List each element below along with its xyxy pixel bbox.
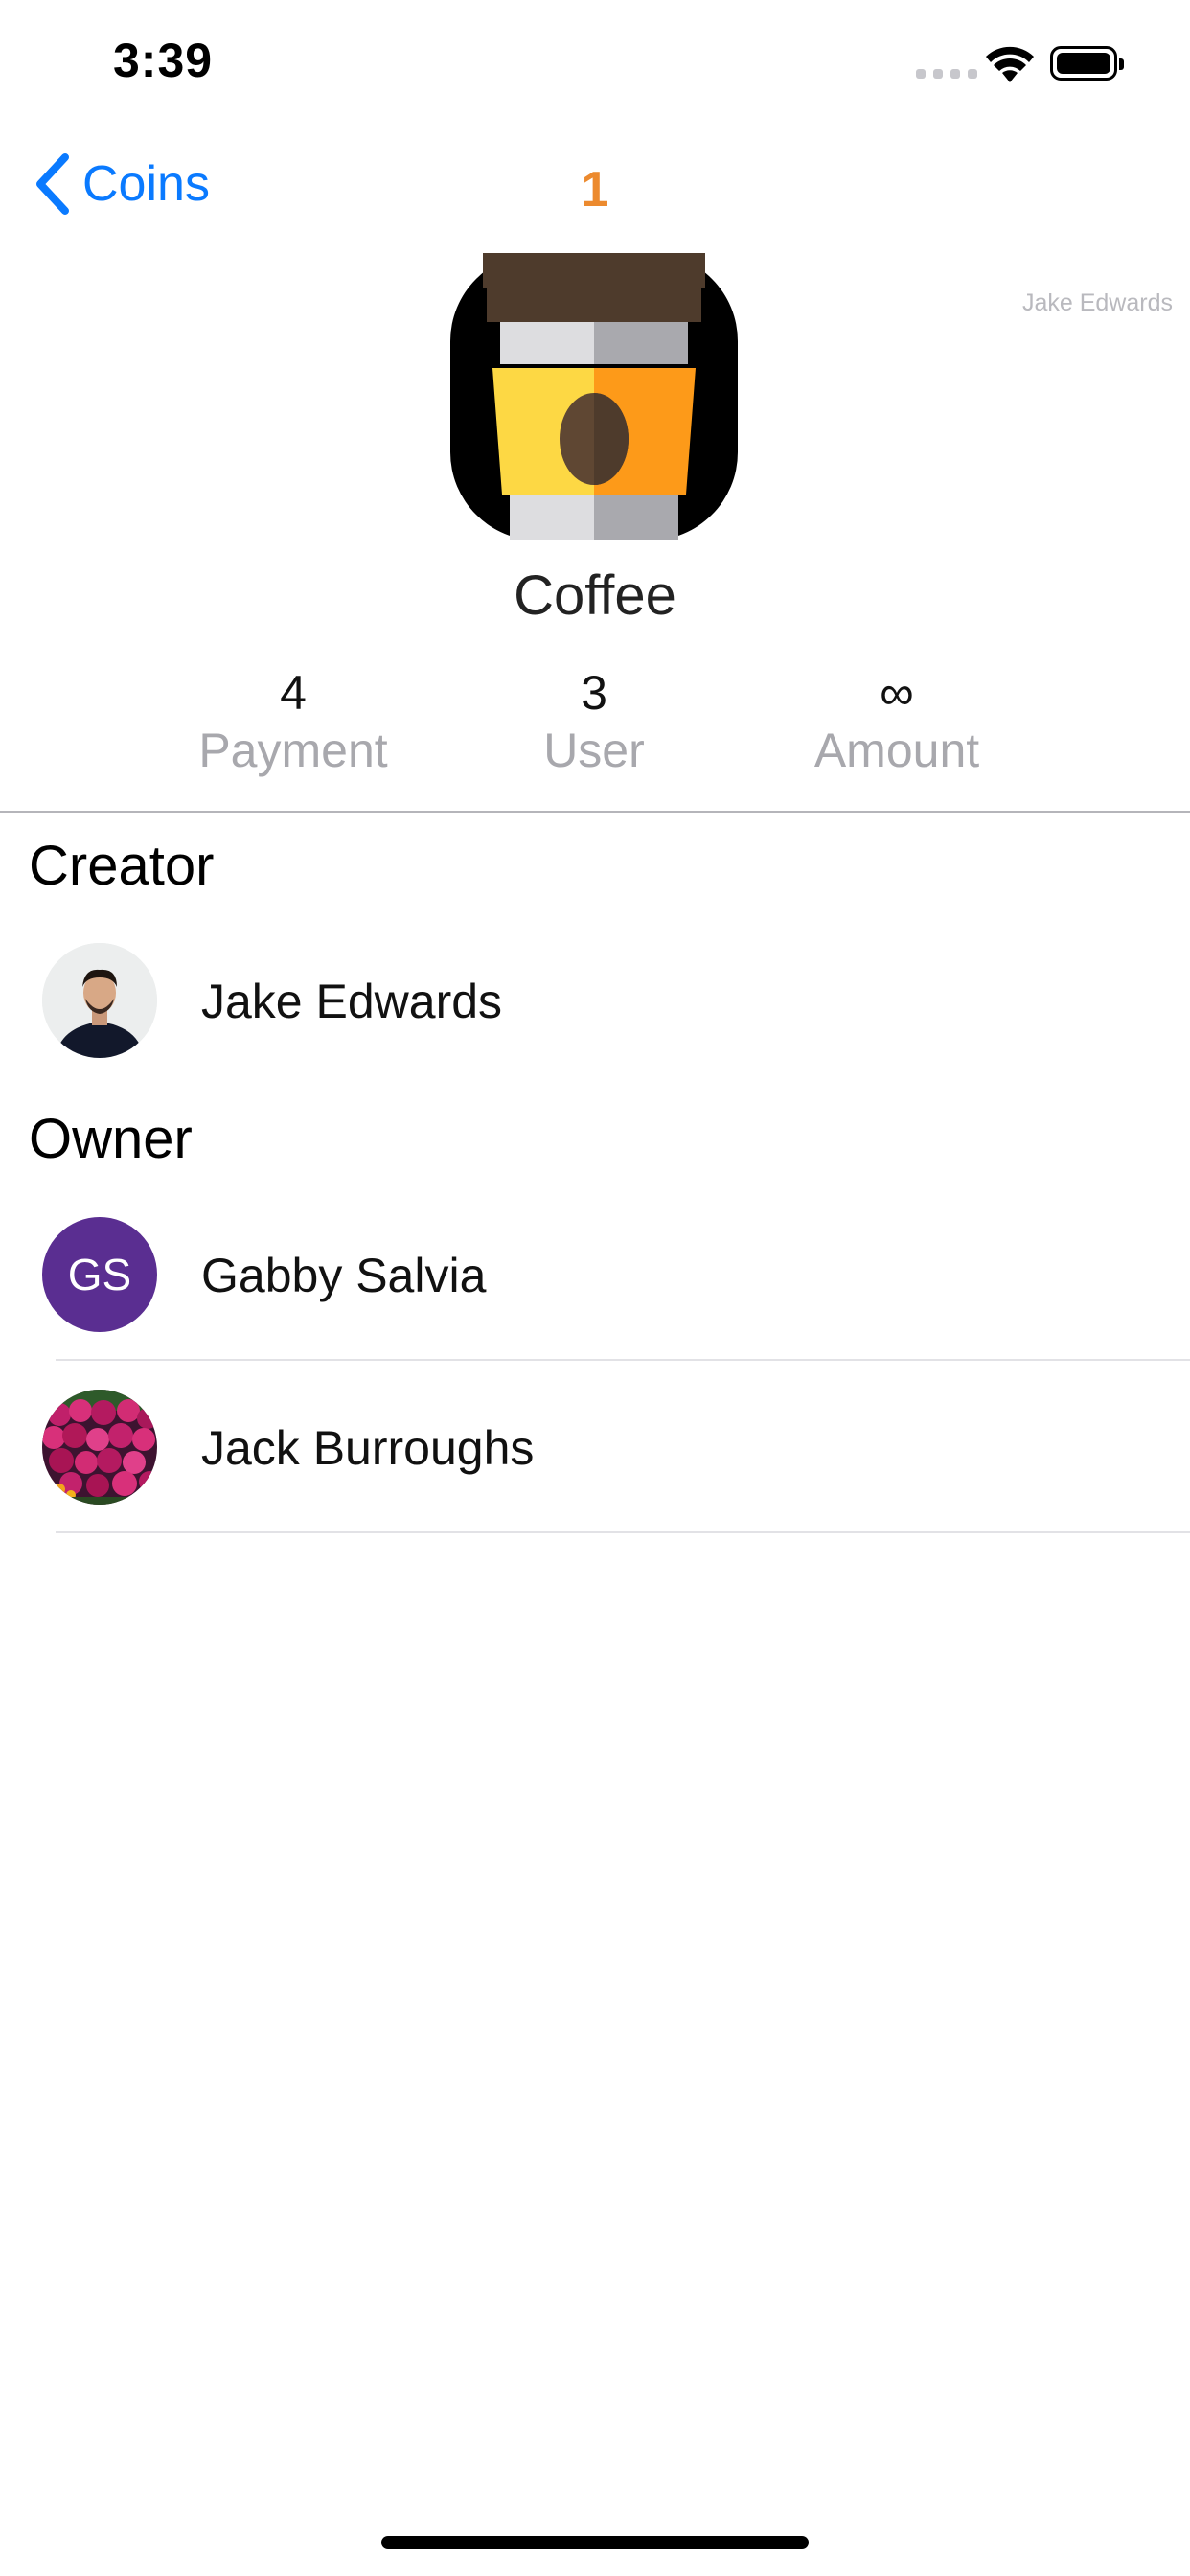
owner-name: Jack Burroughs — [201, 1421, 535, 1475]
coffee-coin-icon — [450, 253, 738, 540]
stat-payment[interactable]: 4 Payment — [149, 669, 437, 774]
owner-watermark: Jake Edwards — [1021, 289, 1173, 316]
creator-row[interactable]: Jake Edwards — [0, 920, 1190, 1092]
status-time: 3:39 — [113, 34, 214, 87]
wifi-icon — [985, 46, 1035, 89]
stat-value: 3 — [581, 666, 607, 720]
nav-count: 1 — [581, 162, 609, 218]
stat-value: 4 — [280, 666, 307, 720]
row-separator — [56, 1531, 1190, 1533]
cellular-signal-icon — [916, 69, 977, 79]
owner-row[interactable]: Jack Burroughs — [0, 1361, 1190, 1533]
battery-icon — [1050, 46, 1124, 80]
owner-name: Gabby Salvia — [201, 1249, 487, 1302]
stat-label: Payment — [198, 724, 388, 777]
stat-user[interactable]: 3 User — [450, 669, 738, 774]
coin-name: Coffee — [514, 564, 676, 627]
owner-row[interactable]: GS Gabby Salvia — [0, 1188, 1190, 1361]
home-indicator[interactable] — [381, 2536, 809, 2549]
creator-name: Jake Edwards — [201, 975, 503, 1028]
stat-label: Amount — [813, 724, 980, 777]
owner-section-title: Owner — [29, 1108, 193, 1170]
stat-label: User — [543, 724, 645, 777]
creator-section-title: Creator — [29, 835, 215, 897]
owner-avatar — [42, 1390, 157, 1505]
creator-avatar — [42, 943, 157, 1058]
stat-value: ∞ — [880, 666, 914, 720]
stat-amount[interactable]: ∞ Amount — [753, 669, 1041, 774]
owner-avatar-initials: GS — [42, 1217, 157, 1332]
header-divider — [0, 811, 1190, 813]
